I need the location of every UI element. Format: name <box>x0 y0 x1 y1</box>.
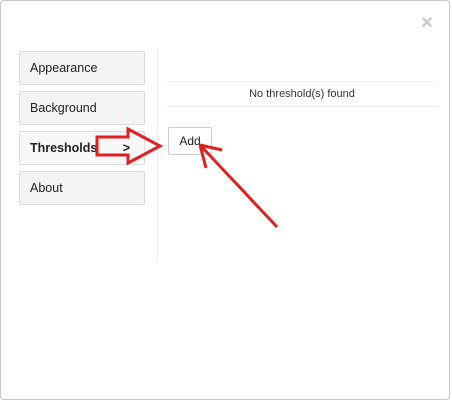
thresholds-panel: No threshold(s) found <box>167 81 437 107</box>
sidebar-item-label: Background <box>30 101 97 115</box>
sidebar-item-label: About <box>30 181 63 195</box>
empty-message: No threshold(s) found <box>167 82 437 107</box>
sidebar-item-appearance[interactable]: Appearance <box>19 51 145 85</box>
sidebar-item-label: Appearance <box>30 61 98 75</box>
add-button[interactable]: Add <box>168 127 212 155</box>
close-button[interactable]: × <box>419 13 435 33</box>
vertical-divider <box>157 49 158 259</box>
active-indicator: > <box>122 141 130 155</box>
sidebar-item-about[interactable]: About <box>19 171 145 205</box>
sidebar-nav: Appearance Background Thresholds > About <box>19 51 145 211</box>
sidebar-item-background[interactable]: Background <box>19 91 145 125</box>
sidebar-item-label: Thresholds <box>30 141 98 155</box>
thresholds-dialog: × Appearance Background Thresholds > Abo… <box>0 0 450 400</box>
sidebar-item-thresholds[interactable]: Thresholds > <box>19 131 145 165</box>
